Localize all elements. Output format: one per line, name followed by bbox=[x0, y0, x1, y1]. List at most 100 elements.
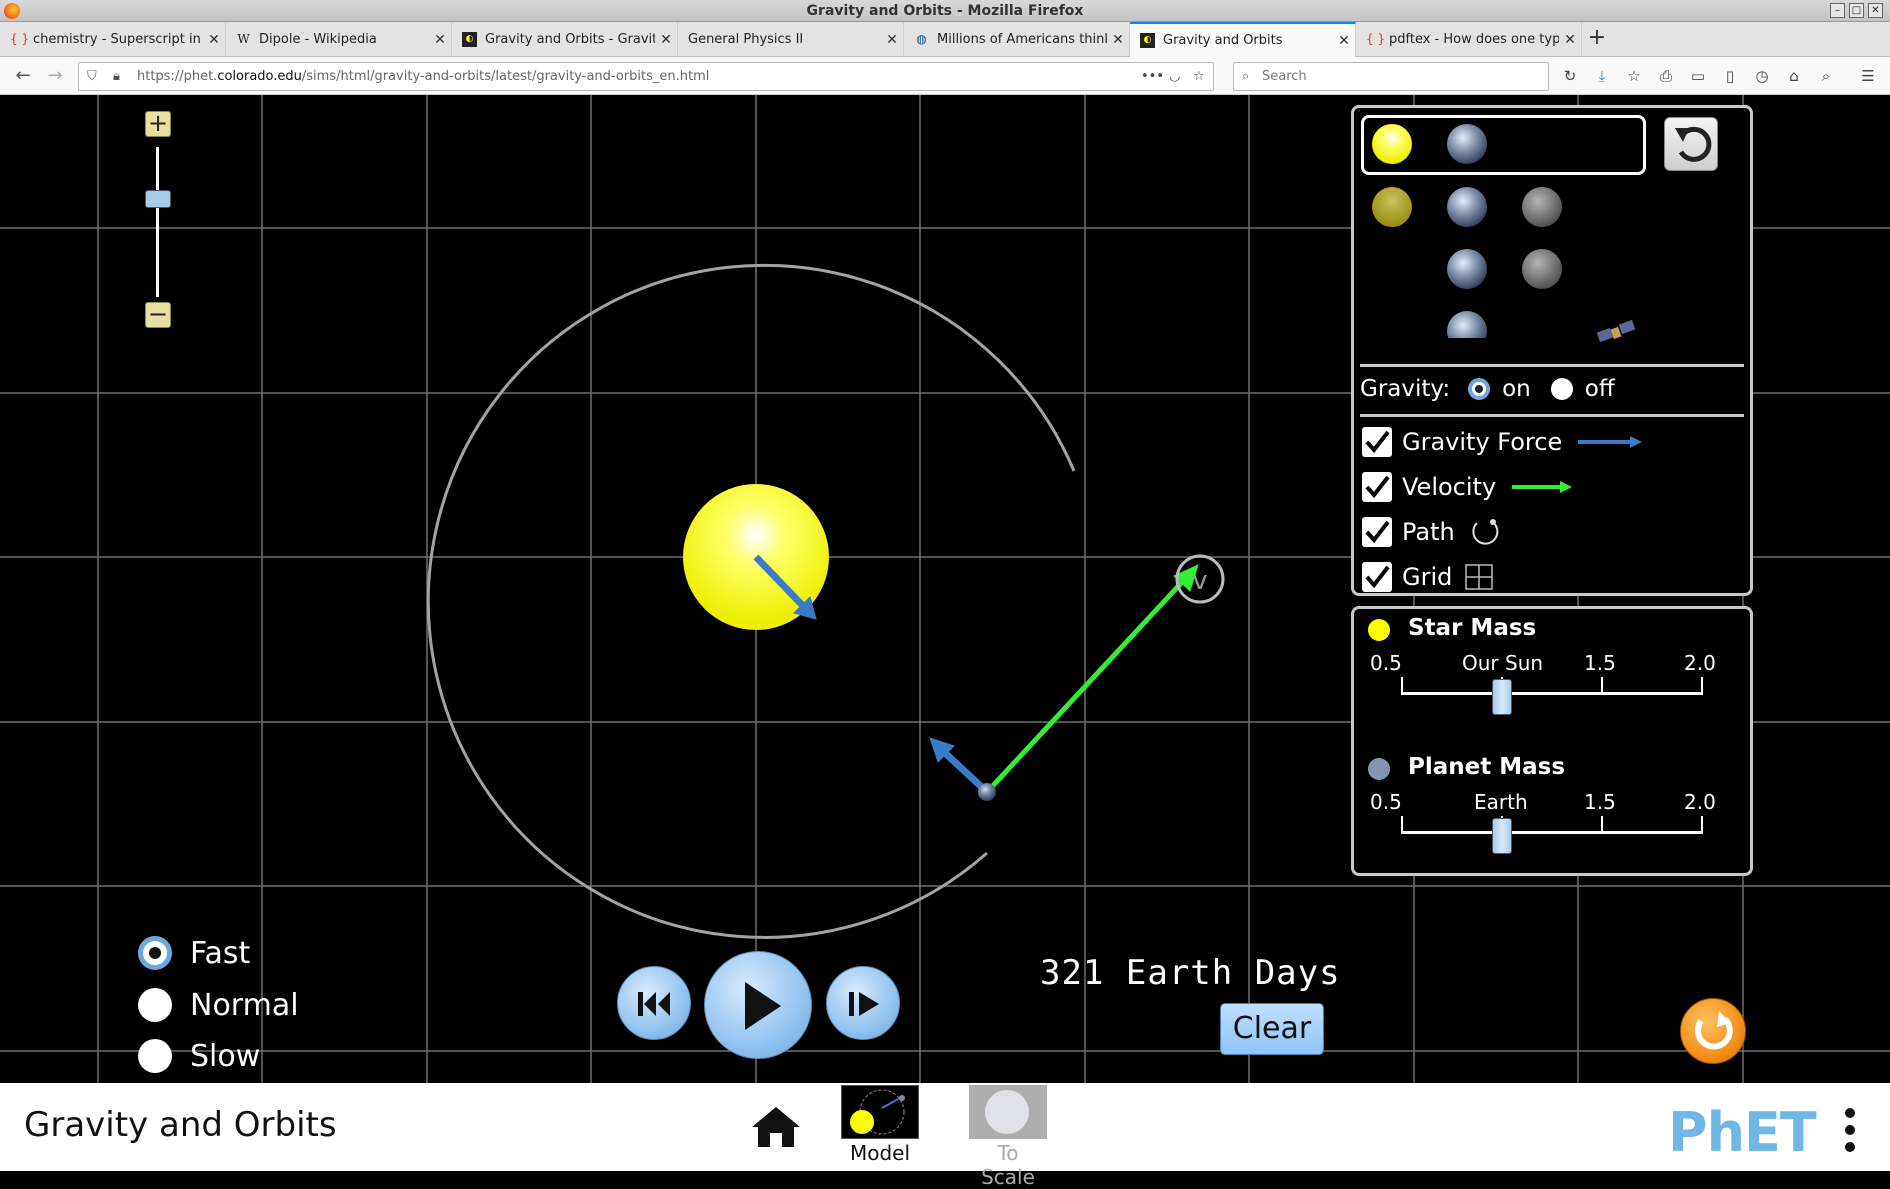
close-tab-icon[interactable]: ✕ bbox=[1107, 32, 1129, 48]
star-mass-tick-1: Our Sun bbox=[1462, 651, 1544, 675]
close-tab-icon[interactable]: ✕ bbox=[655, 32, 677, 48]
step-forward-button[interactable] bbox=[826, 966, 900, 1040]
speed-fast-radio[interactable] bbox=[138, 936, 172, 970]
screen-model-button[interactable]: Model bbox=[840, 1085, 920, 1165]
reset-preset-button[interactable] bbox=[1664, 117, 1718, 171]
tab-label: Dipole - Wikipedia bbox=[259, 32, 377, 47]
gravity-on-radio[interactable] bbox=[1468, 378, 1491, 400]
tab-gravity-orbits-1[interactable]: ◐ Gravity and Orbits - Gravita ✕ bbox=[452, 22, 678, 57]
speed-slow-option[interactable]: Slow bbox=[138, 1036, 260, 1076]
tab-chemistry[interactable]: { } chemistry - Superscript in u ✕ bbox=[0, 22, 226, 57]
history-icon[interactable]: ◷ bbox=[1749, 63, 1775, 89]
star-mass-slider-track[interactable] bbox=[1401, 692, 1703, 695]
navigation-bar-bottom: Gravity and Orbits Model To Scale PhET bbox=[0, 1083, 1890, 1189]
tab-label: Gravity and Orbits bbox=[1163, 33, 1283, 48]
zoom-icon[interactable]: ⌕ bbox=[1813, 63, 1839, 89]
path-label: Path bbox=[1402, 518, 1455, 546]
pocket-icon[interactable]: ◡ bbox=[1169, 63, 1180, 90]
bookmark-star-icon[interactable]: ☆ bbox=[1193, 63, 1205, 90]
search-input[interactable]: ⌕ Search bbox=[1233, 62, 1549, 91]
menu-icon[interactable]: ☰ bbox=[1855, 63, 1881, 89]
shield-icon[interactable]: ⛉ bbox=[87, 63, 97, 90]
star-mass-slider-thumb[interactable] bbox=[1492, 679, 1512, 715]
page-actions-icon[interactable]: ••• bbox=[1141, 63, 1164, 90]
home-icon bbox=[752, 1107, 800, 1147]
earth-icon bbox=[1368, 758, 1390, 780]
velocity-checkbox-row[interactable]: Velocity bbox=[1362, 470, 1580, 504]
close-tab-icon[interactable]: ✕ bbox=[1333, 33, 1355, 49]
close-tab-icon[interactable]: ✕ bbox=[881, 32, 903, 48]
preset-earth-moon[interactable] bbox=[1434, 246, 1564, 292]
path-checkbox-row[interactable]: Path bbox=[1362, 515, 1507, 549]
grid-checkbox[interactable] bbox=[1362, 562, 1392, 592]
kebab-menu-icon bbox=[1845, 1108, 1855, 1152]
zoom-slider-thumb[interactable] bbox=[145, 190, 171, 208]
close-tab-icon[interactable]: ✕ bbox=[203, 32, 225, 48]
phet-logo[interactable]: PhET bbox=[1668, 1101, 1817, 1164]
play-button[interactable] bbox=[704, 951, 812, 1059]
zoom-slider-track[interactable] bbox=[156, 147, 159, 297]
rewind-button[interactable] bbox=[617, 966, 691, 1040]
gravity-label: Gravity: bbox=[1360, 376, 1451, 402]
zoom-out-button[interactable]: − bbox=[145, 302, 171, 328]
path-checkbox[interactable] bbox=[1362, 517, 1392, 547]
close-tab-icon[interactable]: ✕ bbox=[1559, 32, 1581, 48]
new-tab-button[interactable]: + bbox=[1584, 26, 1610, 52]
speed-slow-radio[interactable] bbox=[138, 1039, 172, 1073]
print-icon[interactable]: ⎙ bbox=[1653, 63, 1679, 89]
tab-gravity-orbits-active[interactable]: ◐ Gravity and Orbits ✕ bbox=[1130, 22, 1356, 57]
speed-fast-option[interactable]: Fast bbox=[138, 933, 250, 973]
gravity-force-label: Gravity Force bbox=[1402, 428, 1563, 456]
planet-mass-title: Planet Mass bbox=[1408, 754, 1566, 780]
gravity-force-checkbox[interactable] bbox=[1362, 427, 1392, 457]
bookmarks-icon[interactable]: ☆ bbox=[1621, 63, 1647, 89]
navigation-bar: ← → ⛉ 🔒︎ https://phet.colorado.edu/sims/… bbox=[0, 57, 1890, 95]
tab-dipole[interactable]: W Dipole - Wikipedia ✕ bbox=[226, 22, 452, 57]
planet-mass-slider-thumb[interactable] bbox=[1492, 818, 1512, 854]
gravity-off-radio[interactable] bbox=[1550, 378, 1573, 400]
minimize-button[interactable]: – bbox=[1830, 3, 1845, 18]
stackexchange-icon: { } bbox=[10, 32, 30, 46]
close-tab-icon[interactable]: ✕ bbox=[429, 32, 451, 48]
home-icon[interactable]: ⌂ bbox=[1781, 63, 1807, 89]
divider bbox=[1360, 414, 1744, 417]
home-button[interactable] bbox=[750, 1103, 802, 1151]
phet-icon: ◐ bbox=[1140, 33, 1155, 48]
url-bar[interactable]: ⛉ 🔒︎ https://phet.colorado.edu/sims/html… bbox=[78, 62, 1214, 91]
divider bbox=[1360, 364, 1744, 367]
planet-mass-slider-track[interactable] bbox=[1401, 831, 1703, 834]
lock-icon[interactable]: 🔒︎ bbox=[113, 63, 120, 90]
sun-icon bbox=[1372, 124, 1412, 164]
planet-gravity-arrow bbox=[929, 737, 990, 795]
reset-all-button[interactable] bbox=[1680, 998, 1746, 1064]
screen-to-scale-button[interactable]: To Scale bbox=[968, 1085, 1048, 1189]
tab-general-physics[interactable]: General Physics II ✕ bbox=[678, 22, 904, 57]
close-window-button[interactable]: ✕ bbox=[1868, 3, 1883, 18]
zoom-in-button[interactable]: + bbox=[145, 111, 171, 137]
phet-menu-button[interactable] bbox=[1840, 1105, 1860, 1155]
speed-fast-label: Fast bbox=[190, 935, 251, 971]
grid-icon bbox=[1465, 564, 1494, 590]
elapsed-time: 321 Earth Days bbox=[1040, 953, 1341, 993]
speed-normal-radio[interactable] bbox=[138, 988, 172, 1022]
blue-arrow-icon bbox=[1578, 436, 1643, 448]
synced-tabs-icon[interactable]: ▭ bbox=[1685, 63, 1711, 89]
speed-normal-option[interactable]: Normal bbox=[138, 985, 299, 1025]
forward-icon[interactable]: → bbox=[42, 63, 68, 89]
library-icon[interactable]: ▯ bbox=[1717, 63, 1743, 89]
download-icon[interactable]: ⤓ bbox=[1589, 63, 1615, 89]
wikipedia-icon: W bbox=[237, 32, 250, 46]
maximize-button[interactable]: □ bbox=[1849, 3, 1864, 18]
satellite-icon bbox=[1596, 319, 1636, 343]
tab-pdftex[interactable]: { } pdftex - How does one type ✕ bbox=[1356, 22, 1582, 57]
back-icon[interactable]: ← bbox=[10, 63, 36, 89]
tab-millions[interactable]: ◍ Millions of Americans think ✕ bbox=[904, 22, 1130, 57]
clear-button[interactable]: Clear bbox=[1220, 1003, 1324, 1055]
title-bar: Gravity and Orbits - Mozilla Firefox – □… bbox=[0, 0, 1890, 22]
velocity-checkbox[interactable] bbox=[1362, 472, 1392, 502]
preset-sun-earth-moon[interactable] bbox=[1364, 184, 1564, 230]
tab-label: chemistry - Superscript in u bbox=[33, 32, 203, 47]
reload-icon[interactable]: ↻ bbox=[1557, 63, 1583, 89]
gravity-force-checkbox-row[interactable]: Gravity Force bbox=[1362, 425, 1646, 459]
grid-checkbox-row[interactable]: Grid bbox=[1362, 560, 1498, 594]
